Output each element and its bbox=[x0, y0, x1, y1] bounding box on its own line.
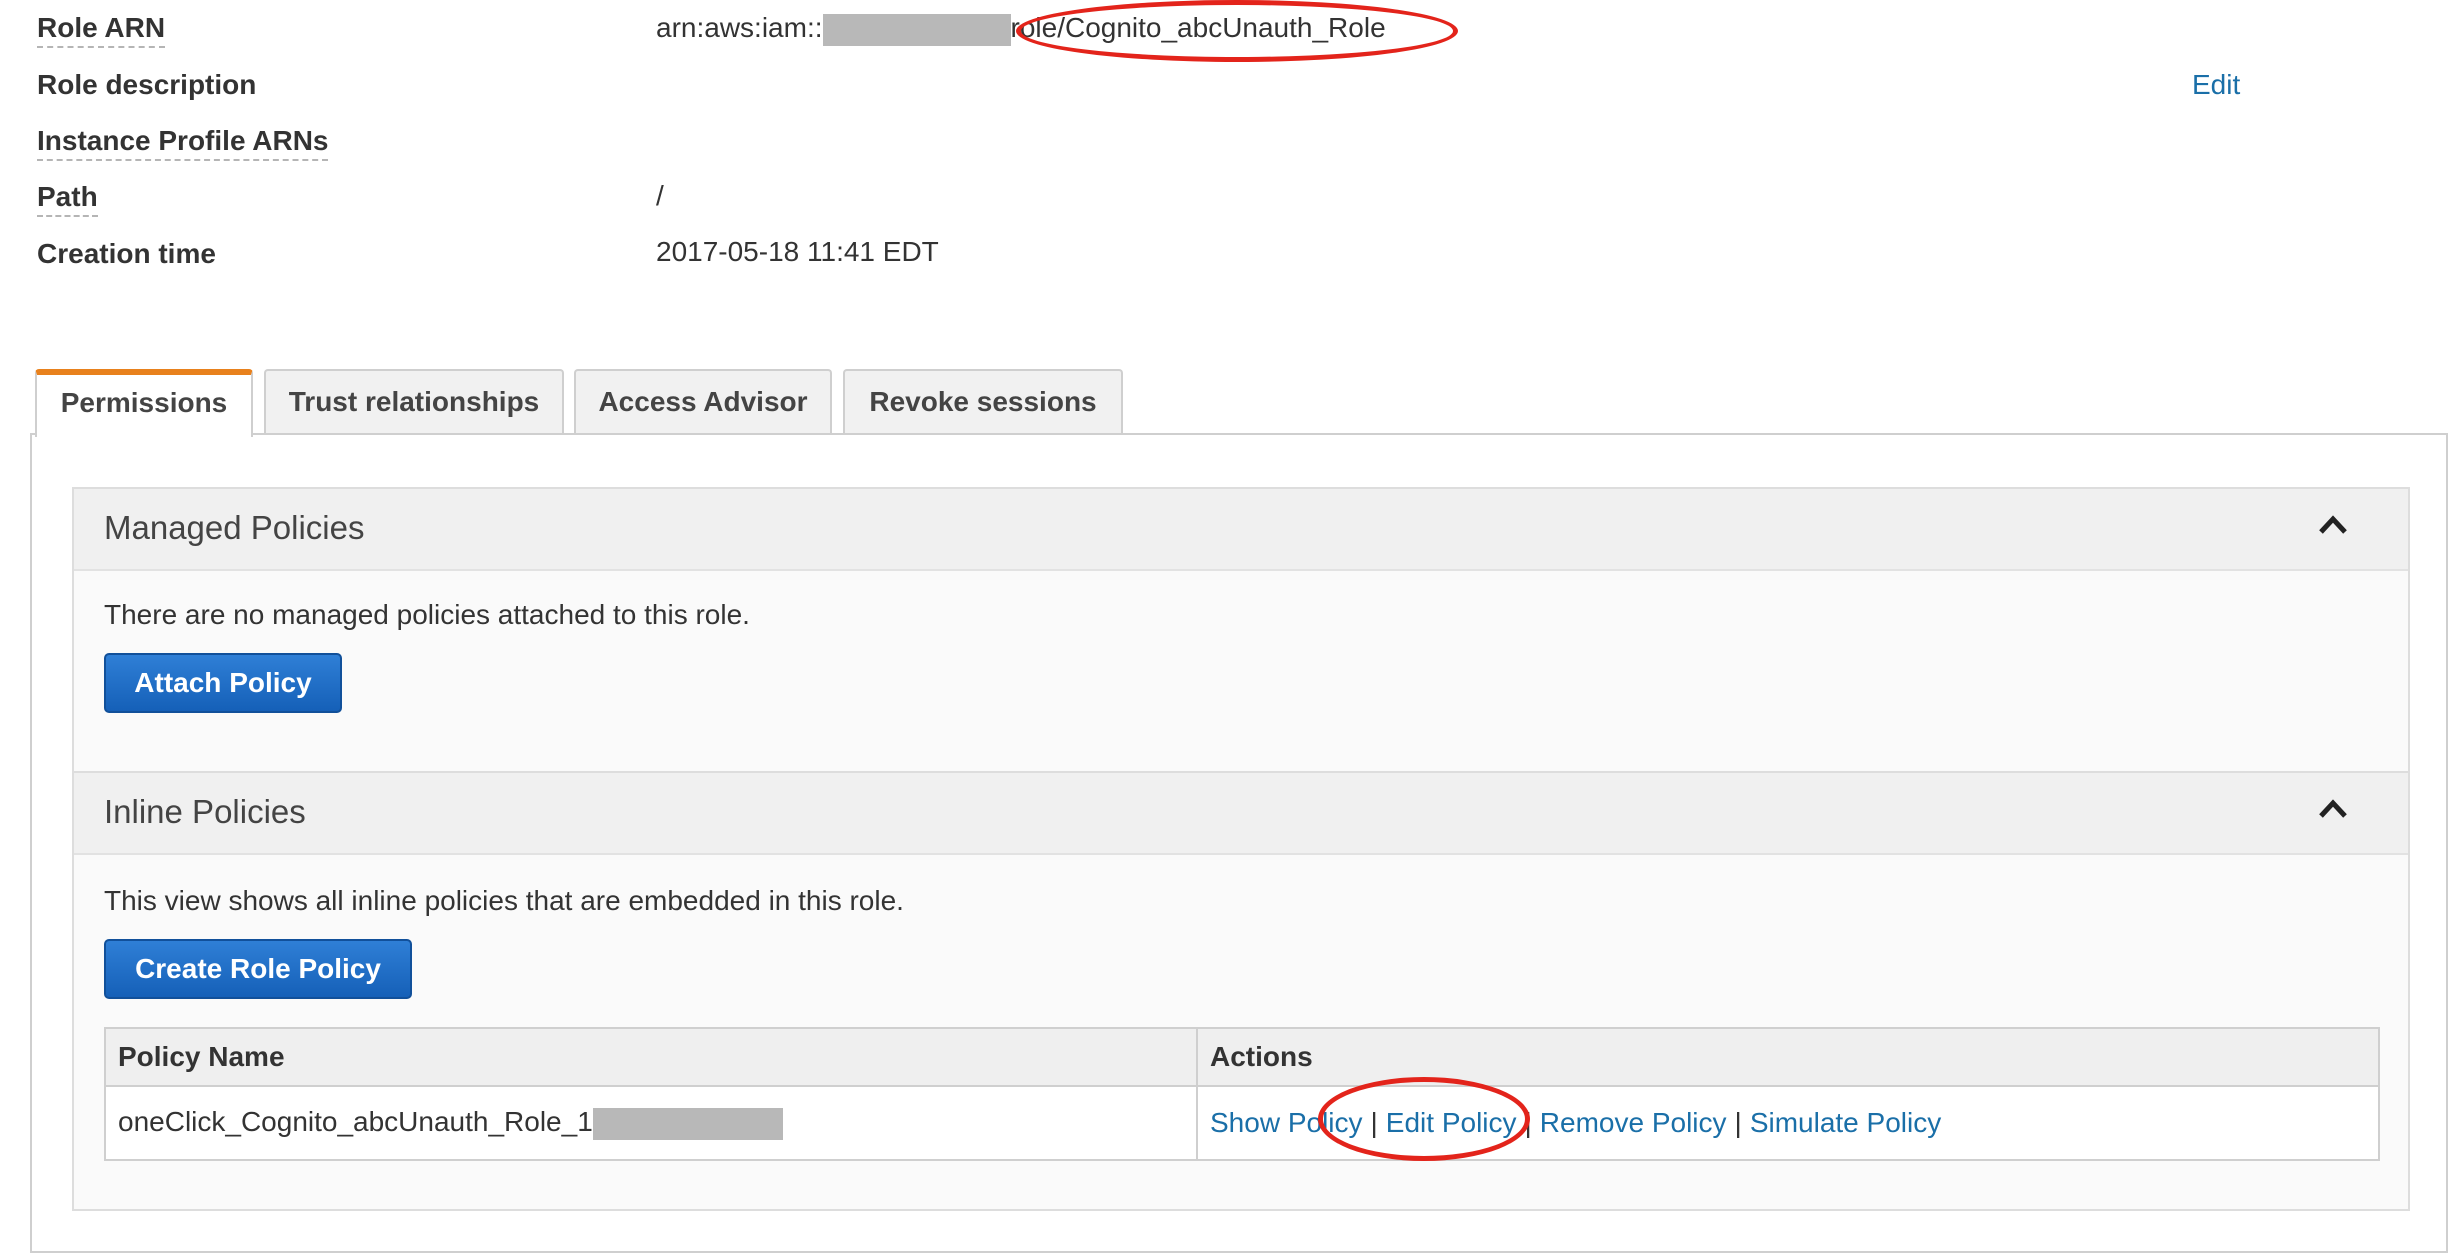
inline-policies-panel: Inline Policies This view shows all inli… bbox=[72, 771, 2410, 1211]
role-arn-suffix: role/Cognito_abcUnauth_Role bbox=[1010, 12, 1386, 43]
simulate-policy-link[interactable]: Simulate Policy bbox=[1750, 1107, 1941, 1138]
inline-policies-description: This view shows all inline policies that… bbox=[104, 885, 904, 916]
path-value: / bbox=[656, 180, 664, 211]
remove-policy-link[interactable]: Remove Policy bbox=[1540, 1107, 1727, 1138]
redacted-account-id bbox=[822, 13, 1011, 46]
tab-permissions[interactable]: Permissions bbox=[35, 369, 253, 437]
table-header-row: Policy Name Actions bbox=[104, 1027, 2380, 1087]
show-policy-link[interactable]: Show Policy bbox=[1210, 1107, 1363, 1138]
path-label: Path bbox=[37, 181, 98, 217]
table-row: oneClick_Cognito_abcUnauth_Role_1 Show P… bbox=[104, 1085, 2380, 1161]
edit-description-link[interactable]: Edit bbox=[2192, 69, 2240, 101]
creation-time-label: Creation time bbox=[37, 238, 216, 269]
inline-policies-header[interactable]: Inline Policies bbox=[74, 773, 2408, 855]
instance-profile-arns-label: Instance Profile ARNs bbox=[37, 125, 329, 161]
create-role-policy-button[interactable]: Create Role Policy bbox=[104, 939, 412, 999]
policy-name-cell: oneClick_Cognito_abcUnauth_Role_1 bbox=[104, 1085, 1198, 1161]
creation-time-value: 2017-05-18 11:41 EDT bbox=[656, 236, 939, 267]
policy-actions-cell: Show Policy | Edit Policy | Remove Policy | Si… bbox=[1196, 1085, 2380, 1161]
role-description-label: Role description bbox=[37, 69, 257, 100]
role-arn-label: Role ARN bbox=[37, 12, 166, 48]
policy-name: oneClick_Cognito_abcUnauth_Role_1 bbox=[118, 1106, 593, 1138]
column-header-policy-name: Policy Name bbox=[104, 1027, 1198, 1087]
column-header-actions: Actions bbox=[1196, 1027, 2380, 1087]
role-arn-prefix: arn:aws:iam:: bbox=[656, 12, 823, 43]
tab-revoke-sessions[interactable]: Revoke sessions bbox=[843, 369, 1123, 433]
managed-policies-description: There are no managed policies attached t… bbox=[104, 599, 750, 630]
edit-policy-link[interactable]: Edit Policy bbox=[1386, 1107, 1517, 1138]
attach-policy-button[interactable]: Attach Policy bbox=[104, 653, 342, 713]
role-arn-value: arn:aws:iam:: role/Cognito_abcUnauth_Role bbox=[656, 12, 1386, 46]
managed-policies-panel: Managed Policies There are no managed po… bbox=[72, 487, 2410, 773]
managed-policies-header[interactable]: Managed Policies bbox=[74, 489, 2408, 571]
tab-access-advisor[interactable]: Access Advisor bbox=[574, 369, 832, 433]
tab-trust-relationships[interactable]: Trust relationships bbox=[264, 369, 564, 433]
managed-policies-title: Managed Policies bbox=[104, 509, 365, 546]
inline-policies-table: Policy Name Actions oneClick_Cognito_abc… bbox=[104, 1027, 2380, 1161]
chevron-up-icon[interactable] bbox=[2318, 793, 2348, 827]
redacted-policy-suffix bbox=[592, 1107, 783, 1140]
inline-policies-title: Inline Policies bbox=[104, 793, 306, 830]
chevron-up-icon[interactable] bbox=[2318, 509, 2348, 543]
